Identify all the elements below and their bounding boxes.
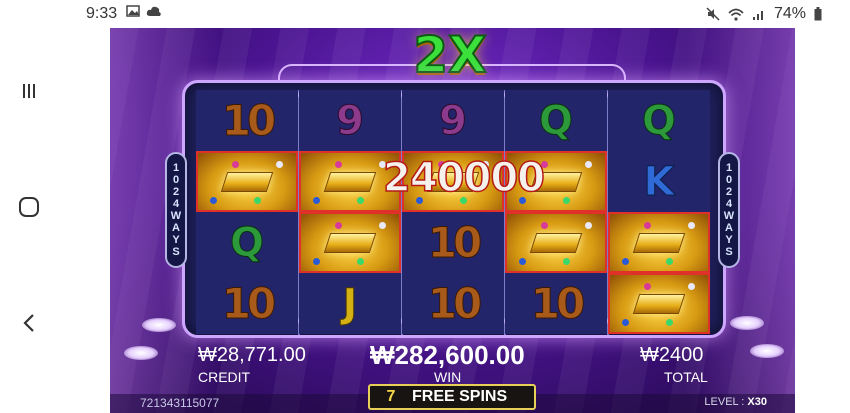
total-label: TOTAL <box>664 369 708 385</box>
gem-icon <box>379 222 386 229</box>
gem-icon <box>563 197 570 204</box>
free-spins-count: 7 <box>386 388 396 405</box>
signal-icon <box>752 8 766 21</box>
gold-bar-icon <box>632 232 686 253</box>
slot-game-area: 2X 1024 WAYS 1024 WAYS ⚜ ⚜ ⚜ ⚜ ⚜ ⚜ ⚜ ⚜ 1… <box>110 28 795 413</box>
status-bar: 9:33 74% <box>0 0 850 28</box>
reel-symbol: 10 <box>402 273 504 334</box>
total-bet-amount: ₩2400 <box>640 344 704 366</box>
gem-icon <box>644 283 651 290</box>
multiplier-badge: 2X <box>412 28 487 85</box>
reel-symbol: 10 <box>402 212 504 273</box>
gem-icon <box>335 222 342 229</box>
gold-bar-icon <box>323 171 377 192</box>
gem-icon <box>335 161 342 168</box>
level-indicator: LEVEL : X30 <box>704 396 767 408</box>
gem-icon <box>585 161 592 168</box>
gem-icon <box>210 197 217 204</box>
recent-apps-icon[interactable] <box>14 76 44 106</box>
image-icon <box>126 5 140 17</box>
gold-treasure-symbol <box>608 273 710 334</box>
win-popup-amount: 240000 <box>382 154 546 202</box>
reel-symbol: 9 <box>402 90 504 151</box>
reel-grid: 10 Q 10 9 J 9 10 10 Q 10 Q K <box>196 90 710 335</box>
light-orb <box>124 346 158 360</box>
gem-icon <box>688 222 695 229</box>
gem-icon <box>644 222 651 229</box>
battery-level: 74% <box>773 5 806 22</box>
reel-symbol: Q <box>196 212 298 273</box>
gem-icon <box>232 161 239 168</box>
gem-icon <box>357 258 364 265</box>
gem-icon <box>313 258 320 265</box>
light-orb <box>142 318 176 332</box>
gem-icon <box>666 258 673 265</box>
gold-treasure-symbol <box>505 212 607 273</box>
gem-icon <box>622 258 629 265</box>
android-nav-bar <box>0 28 110 413</box>
reel-symbol: 9 <box>299 90 401 151</box>
ways-label-left: 1024 WAYS <box>165 152 187 268</box>
gold-treasure-symbol <box>608 212 710 273</box>
free-spins-label: FREE SPINS <box>412 388 508 405</box>
reel-symbol: J <box>299 273 401 334</box>
gem-icon <box>313 197 320 204</box>
light-orb <box>750 344 784 358</box>
clock: 9:33 <box>86 5 118 22</box>
right-margin <box>795 28 850 413</box>
credit-label: CREDIT <box>198 369 251 385</box>
back-icon[interactable] <box>14 308 44 338</box>
gem-icon <box>276 161 283 168</box>
win-amount: ₩282,600.00 <box>370 340 525 370</box>
gold-bar-icon <box>220 171 274 192</box>
gem-icon <box>519 258 526 265</box>
reel-symbol: 10 <box>196 90 298 151</box>
reel-symbol: 10 <box>505 273 607 334</box>
reel-symbol: Q <box>608 90 710 151</box>
ways-label-right: 1024 WAYS <box>718 152 740 268</box>
win-label: WIN <box>434 369 462 385</box>
gold-treasure-symbol <box>299 212 401 273</box>
gold-treasure-symbol <box>196 151 298 212</box>
battery-icon <box>814 7 822 21</box>
gem-icon <box>585 222 592 229</box>
gem-icon <box>666 319 673 326</box>
light-orb <box>730 316 764 330</box>
gold-bar-icon <box>323 232 377 253</box>
free-spins-counter: 7 FREE SPINS <box>368 384 536 410</box>
game-id: 721343115077 <box>140 396 220 410</box>
reel-symbol: 10 <box>196 273 298 334</box>
gem-icon <box>541 222 548 229</box>
reel-symbol: Q <box>505 90 607 151</box>
gem-icon <box>254 197 261 204</box>
reel-symbol: K <box>608 151 710 212</box>
gem-icon <box>563 258 570 265</box>
mute-icon <box>706 7 720 21</box>
home-icon[interactable] <box>14 192 44 222</box>
wifi-icon <box>728 8 744 21</box>
credit-amount: ₩28,771.00 <box>198 344 306 366</box>
gem-icon <box>357 197 364 204</box>
cloud-icon <box>146 6 162 17</box>
gem-icon <box>622 319 629 326</box>
gold-bar-icon <box>632 293 686 314</box>
gem-icon <box>688 283 695 290</box>
gold-bar-icon <box>529 232 583 253</box>
